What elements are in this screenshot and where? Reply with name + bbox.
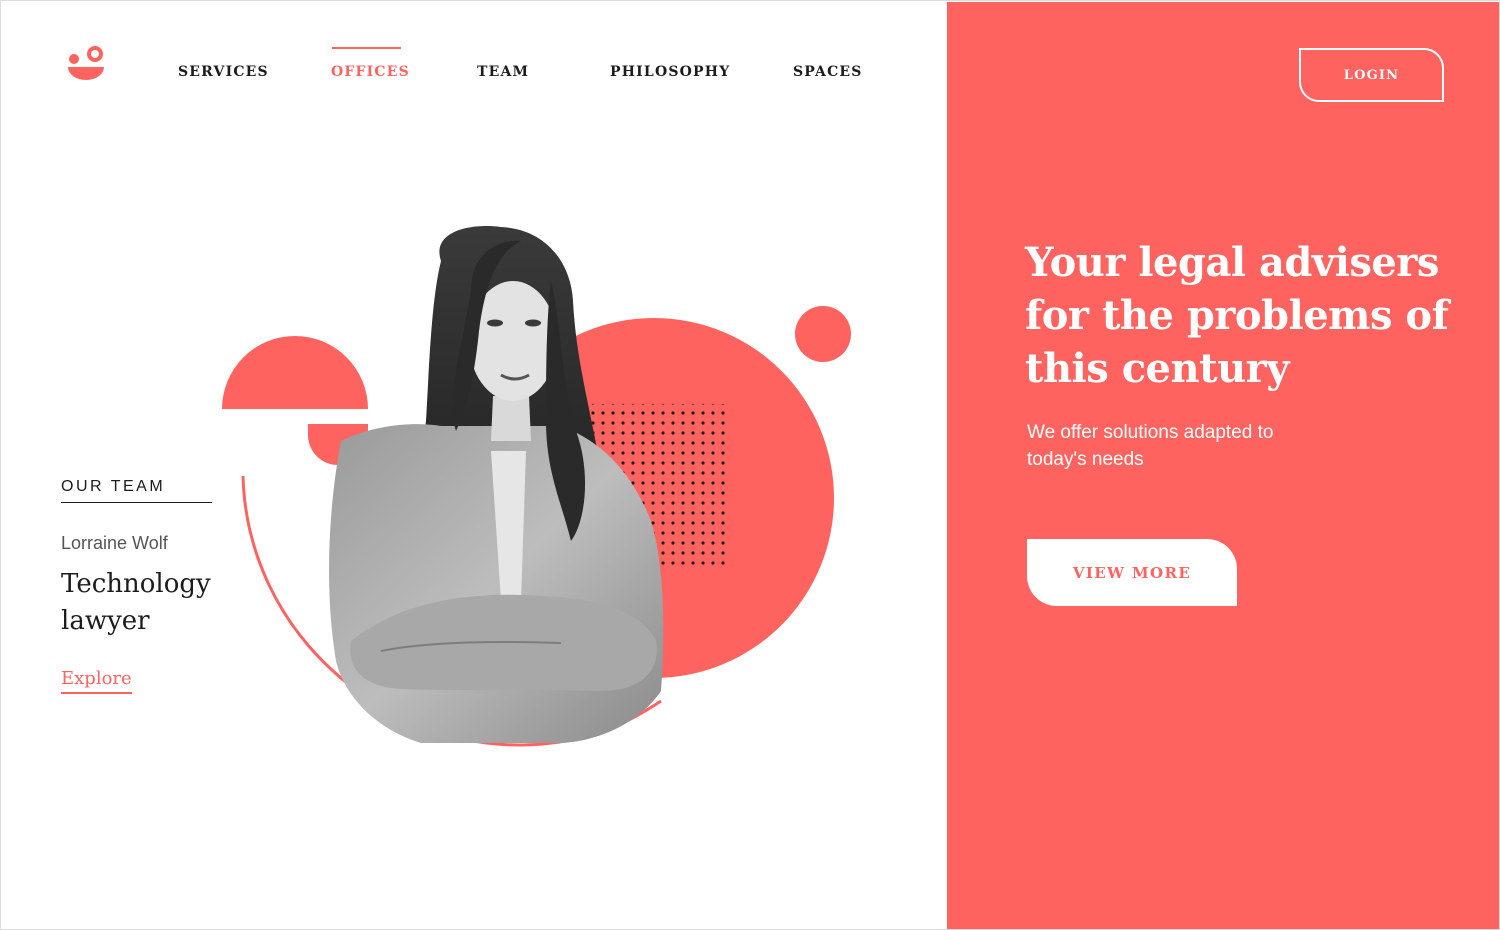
hero-subtitle: We offer solutions adapted to today's ne… [1027,422,1274,470]
small-accent-circle [795,306,851,362]
landing-page: SERVICES OFFICES TEAM PHILOSOPHY SPACES [0,0,1500,930]
hero-title: Your legal advisers for the problems of … [1025,239,1449,392]
view-more-button[interactable]: VIEW MORE [1027,539,1237,606]
section-divider [61,502,212,503]
login-button[interactable]: LOGIN [1299,48,1444,102]
explore-link[interactable]: Explore [61,668,132,694]
team-member-name: Lorraine Wolf [61,533,168,553]
hero-panel: LOGIN Your legal advisers for the proble… [947,2,1499,929]
portrait-photo [329,226,664,743]
half-disc-top [222,336,368,409]
section-label-our-team: OUR TEAM [61,478,166,495]
hero-illustration [222,226,851,747]
team-member-role: Technology lawyer [61,569,211,636]
